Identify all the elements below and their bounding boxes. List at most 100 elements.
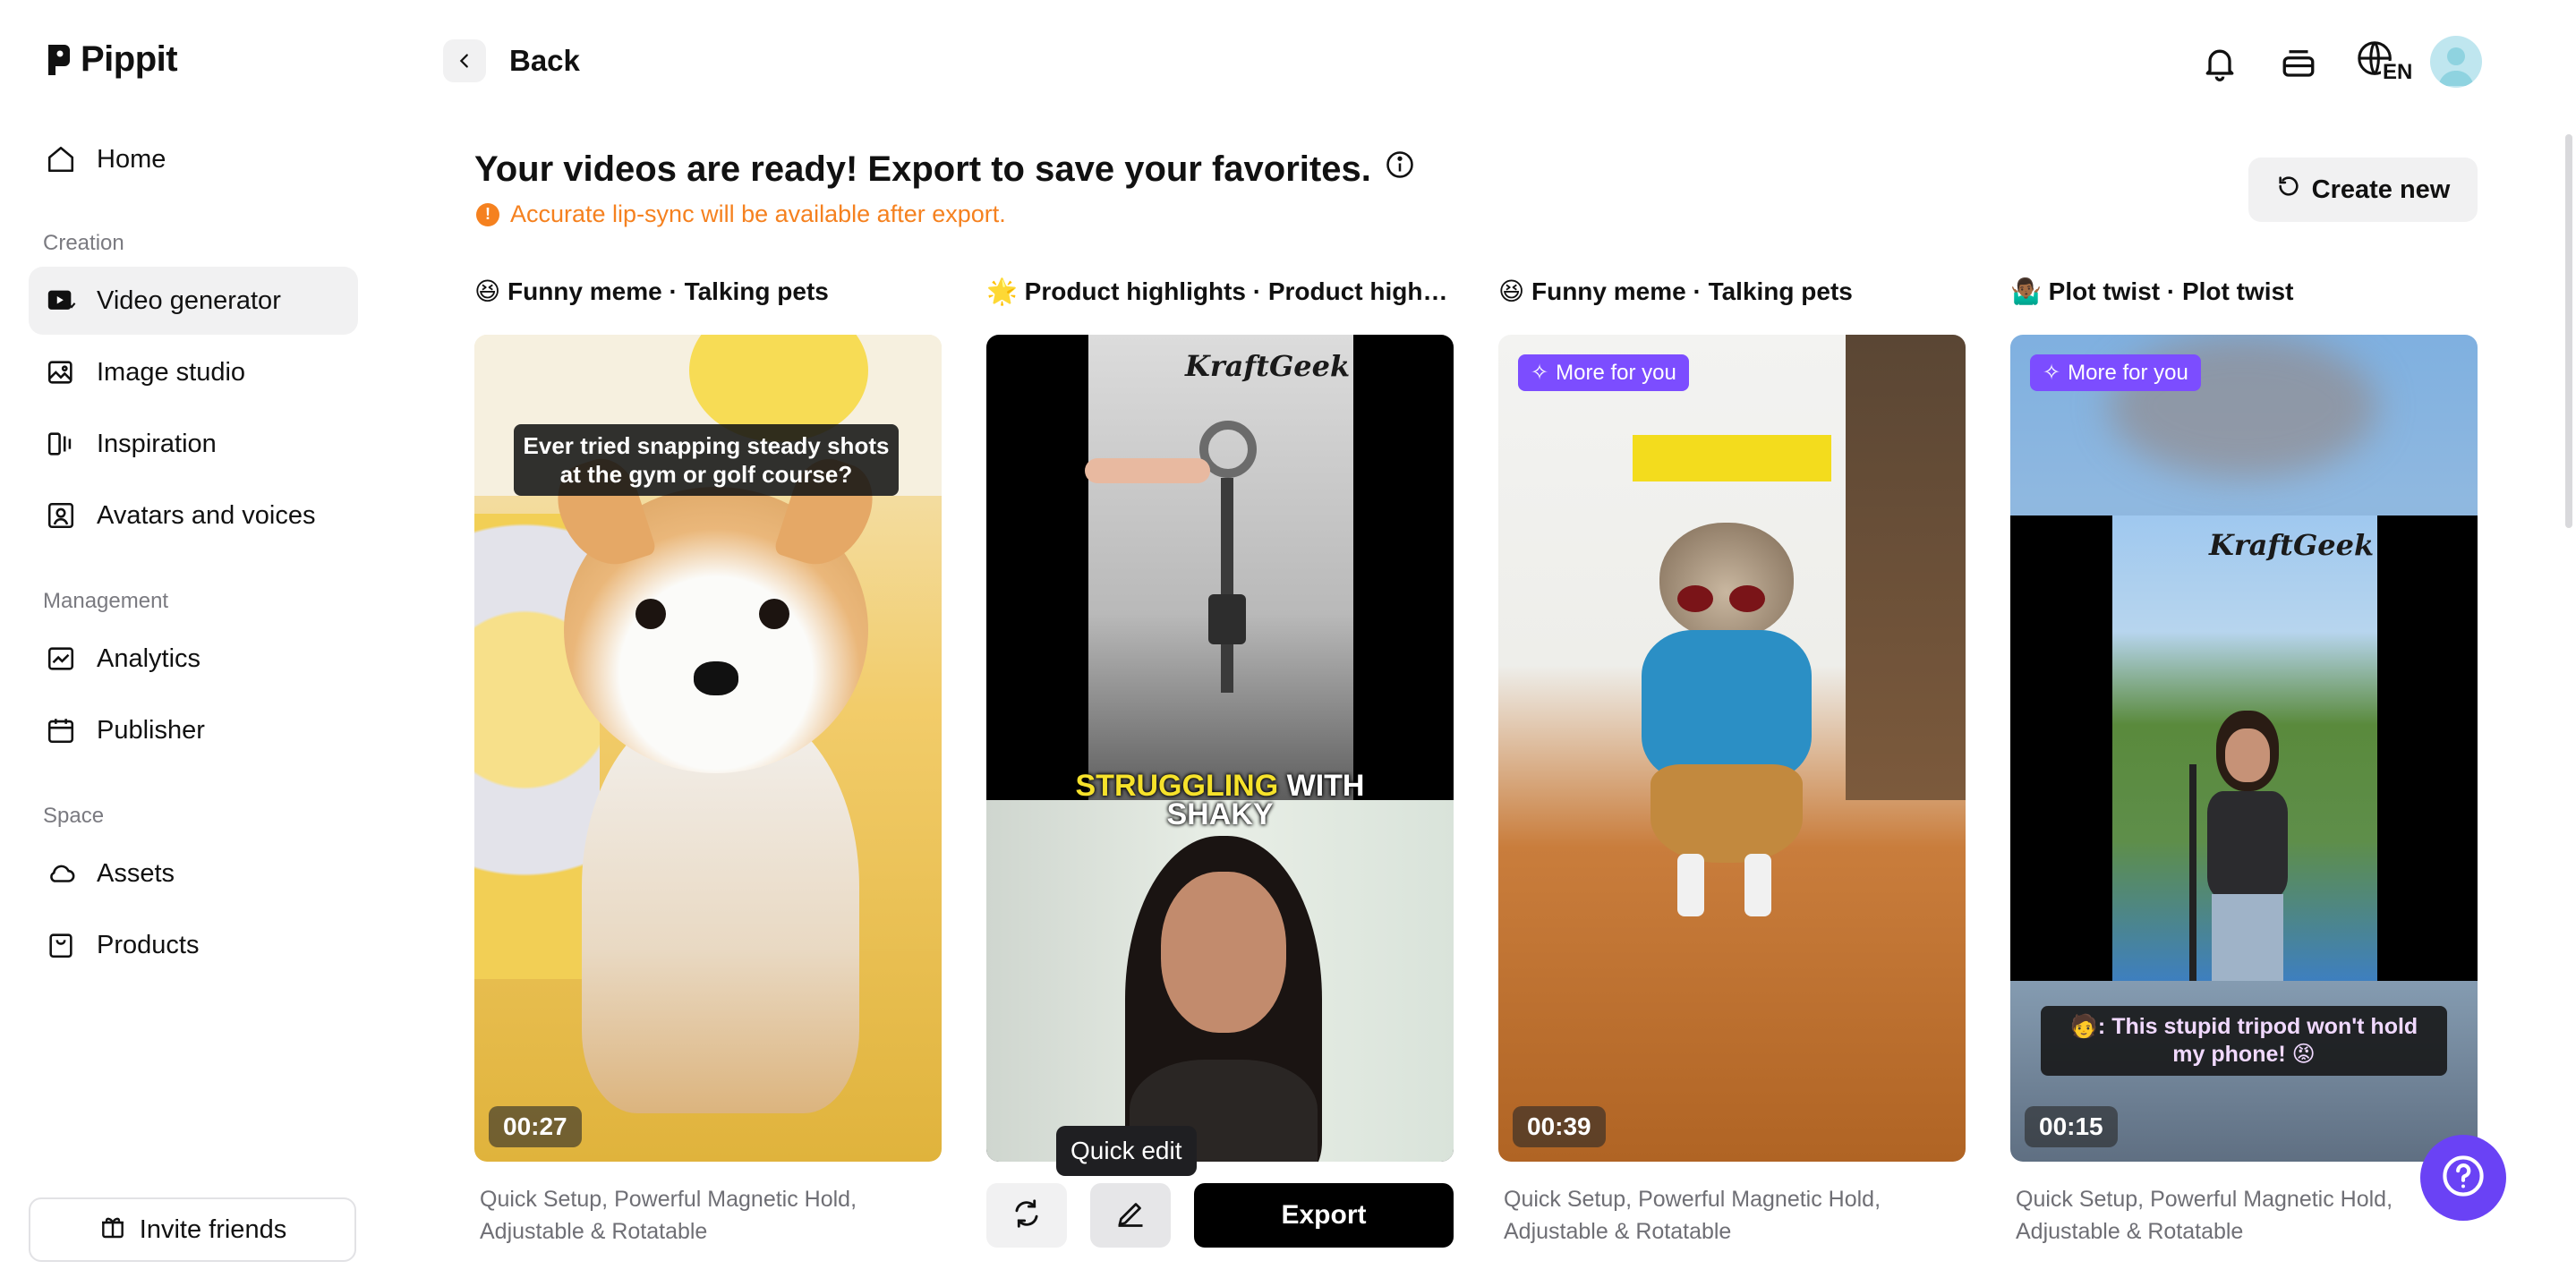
- sidebar-item-label: Assets: [97, 858, 175, 888]
- sidebar-item-label: Publisher: [97, 715, 205, 745]
- video-card-4: 🤷🏾‍♂️ Plot twist · Plot twist KraftGeek …: [2010, 274, 2478, 1244]
- create-new-button[interactable]: Create new: [2248, 158, 2478, 222]
- regenerate-button[interactable]: [986, 1183, 1067, 1248]
- card-title-text: Funny meme · Talking pets: [507, 277, 829, 305]
- avatar-icon: [45, 499, 77, 532]
- more-for-you-badge: ✧ More for you: [2030, 354, 2201, 391]
- video-overlay-text: STRUGGLING WITH SHAKY: [986, 769, 1454, 831]
- card-title: 😆 Funny meme · Talking pets: [474, 274, 942, 310]
- create-new-label: Create new: [2311, 175, 2451, 204]
- badge-label: More for you: [2068, 360, 2188, 385]
- help-button[interactable]: [2420, 1135, 2506, 1221]
- page-title-text: Your videos are ready! Export to save yo…: [474, 149, 1371, 189]
- language-code: EN: [2381, 60, 2415, 84]
- sidebar-item-label: Analytics: [97, 643, 201, 673]
- video-card-1: 😆 Funny meme · Talking pets Ever tried s…: [474, 274, 942, 1244]
- quick-edit-button[interactable]: [1090, 1183, 1171, 1248]
- presenter-figure: [1094, 836, 1353, 1162]
- card-title-text: Product highlights · Product highlig...: [1024, 277, 1454, 305]
- chevron-left-icon: [443, 39, 486, 82]
- sidebar-item-image-studio[interactable]: Image studio: [29, 338, 358, 406]
- page-scrollbar[interactable]: [2565, 134, 2572, 528]
- badge-label: More for you: [1556, 360, 1676, 385]
- gift-icon: [98, 1212, 127, 1248]
- video-thumbnail[interactable]: KraftGeek 🧑: This stupid tripod won't ho…: [2010, 335, 2478, 1162]
- refresh-icon: [2276, 174, 2301, 206]
- pippit-logo-icon: [45, 43, 72, 77]
- video-card-2: 🌟 Product highlights · Product highlig..…: [986, 274, 1454, 1248]
- sparkle-icon: ✧: [2043, 361, 2061, 385]
- overlay-rest: WITH: [1286, 769, 1365, 803]
- back-button[interactable]: Back: [443, 39, 580, 82]
- refresh-icon: [1010, 1197, 1044, 1235]
- sidebar-item-inspiration[interactable]: Inspiration: [29, 410, 358, 478]
- cloud-icon: [45, 857, 77, 890]
- video-duration: 00:15: [2025, 1106, 2118, 1147]
- sidebar-item-label: Image studio: [97, 357, 246, 387]
- sidebar-item-home[interactable]: Home: [29, 125, 358, 193]
- section-label-creation: Creation: [43, 231, 124, 255]
- sidebar-item-label: Home: [97, 144, 166, 174]
- video-description: Quick Setup, Powerful Magnetic Hold, Adj…: [480, 1187, 857, 1244]
- video-thumbnail[interactable]: KraftGeek STRUGGLING WITH SHAKY: [986, 335, 1454, 1162]
- layers-icon[interactable]: [2272, 36, 2325, 89]
- sidebar-item-publisher[interactable]: Publisher: [29, 696, 358, 764]
- sidebar-item-label: Video generator: [97, 285, 281, 315]
- card-title-text: Funny meme · Talking pets: [1531, 277, 1853, 305]
- video-duration: 00:27: [489, 1106, 582, 1147]
- lip-sync-notice: ! Accurate lip-sync will be available af…: [476, 200, 1006, 228]
- app-name: Pippit: [81, 39, 178, 79]
- video-thumbnail[interactable]: ✧ More for you 00:39: [1498, 335, 1966, 1162]
- image-icon: [45, 356, 77, 388]
- warning-icon: !: [476, 202, 499, 226]
- invite-friends-label: Invite friends: [139, 1214, 287, 1244]
- card-title: 🌟 Product highlights · Product highlig..…: [986, 274, 1454, 310]
- notice-text: Accurate lip-sync will be available afte…: [510, 200, 1006, 227]
- overlay-line2: SHAKY: [1166, 797, 1274, 831]
- more-for-you-badge: ✧ More for you: [1518, 354, 1689, 391]
- language-switcher[interactable]: EN: [2354, 36, 2417, 89]
- app-logo[interactable]: Pippit: [45, 39, 178, 80]
- invite-friends-button[interactable]: Invite friends: [29, 1197, 356, 1262]
- video-card-3: 😆 Funny meme · Talking pets ✧ More for y…: [1498, 274, 1966, 1244]
- card-emoji: 🌟: [986, 277, 1018, 305]
- sidebar-item-assets[interactable]: Assets: [29, 839, 358, 907]
- pencil-icon: [1114, 1197, 1147, 1234]
- video-thumbnail[interactable]: Ever tried snapping steady shots at the …: [474, 335, 942, 1162]
- page-title: Your videos are ready! Export to save yo…: [474, 149, 1416, 190]
- home-icon: [45, 143, 77, 175]
- woman-figure: [2189, 711, 2306, 981]
- sparkle-icon: ✧: [1531, 361, 1549, 385]
- video-caption: Ever tried snapping steady shots at the …: [514, 424, 899, 496]
- sidebar-item-label: Inspiration: [97, 429, 217, 458]
- back-label: Back: [509, 44, 580, 77]
- info-icon[interactable]: [1384, 149, 1416, 190]
- sidebar-item-label: Products: [97, 930, 200, 959]
- user-avatar[interactable]: [2430, 36, 2482, 88]
- card-title: 🤷🏾‍♂️ Plot twist · Plot twist: [2010, 274, 2478, 310]
- card-emoji: 🤷🏾‍♂️: [2010, 277, 2042, 305]
- video-description: Quick Setup, Powerful Magnetic Hold, Adj…: [1504, 1187, 1881, 1244]
- sidebar-item-video-generator[interactable]: Video generator: [29, 267, 358, 335]
- export-button[interactable]: Export: [1194, 1183, 1454, 1248]
- calendar-icon: [45, 714, 77, 746]
- dog-figure: [546, 450, 886, 1131]
- section-label-management: Management: [43, 589, 169, 613]
- card-emoji: 😆: [474, 277, 501, 305]
- inspiration-icon: [45, 428, 77, 460]
- brand-logo: KraftGeek: [1185, 349, 1351, 383]
- brand-logo: KraftGeek: [2209, 528, 2375, 562]
- video-caption: 🧑: This stupid tripod won't hold my phon…: [2041, 1006, 2447, 1076]
- card-title-text: Plot twist · Plot twist: [2048, 277, 2294, 305]
- section-label-space: Space: [43, 804, 105, 828]
- sidebar-item-products[interactable]: Products: [29, 911, 358, 979]
- sidebar-item-label: Avatars and voices: [97, 500, 316, 530]
- card-emoji: 😆: [1498, 277, 1525, 305]
- bell-icon[interactable]: [2193, 36, 2247, 89]
- analytics-icon: [45, 643, 77, 675]
- sidebar-item-analytics[interactable]: Analytics: [29, 625, 358, 693]
- sidebar: Pippit Home Creation Video generator Ima…: [0, 0, 385, 1278]
- sidebar-item-avatars-voices[interactable]: Avatars and voices: [29, 481, 358, 550]
- video-description: Quick Setup, Powerful Magnetic Hold, Adj…: [2016, 1187, 2393, 1244]
- video-duration: 00:39: [1513, 1106, 1606, 1147]
